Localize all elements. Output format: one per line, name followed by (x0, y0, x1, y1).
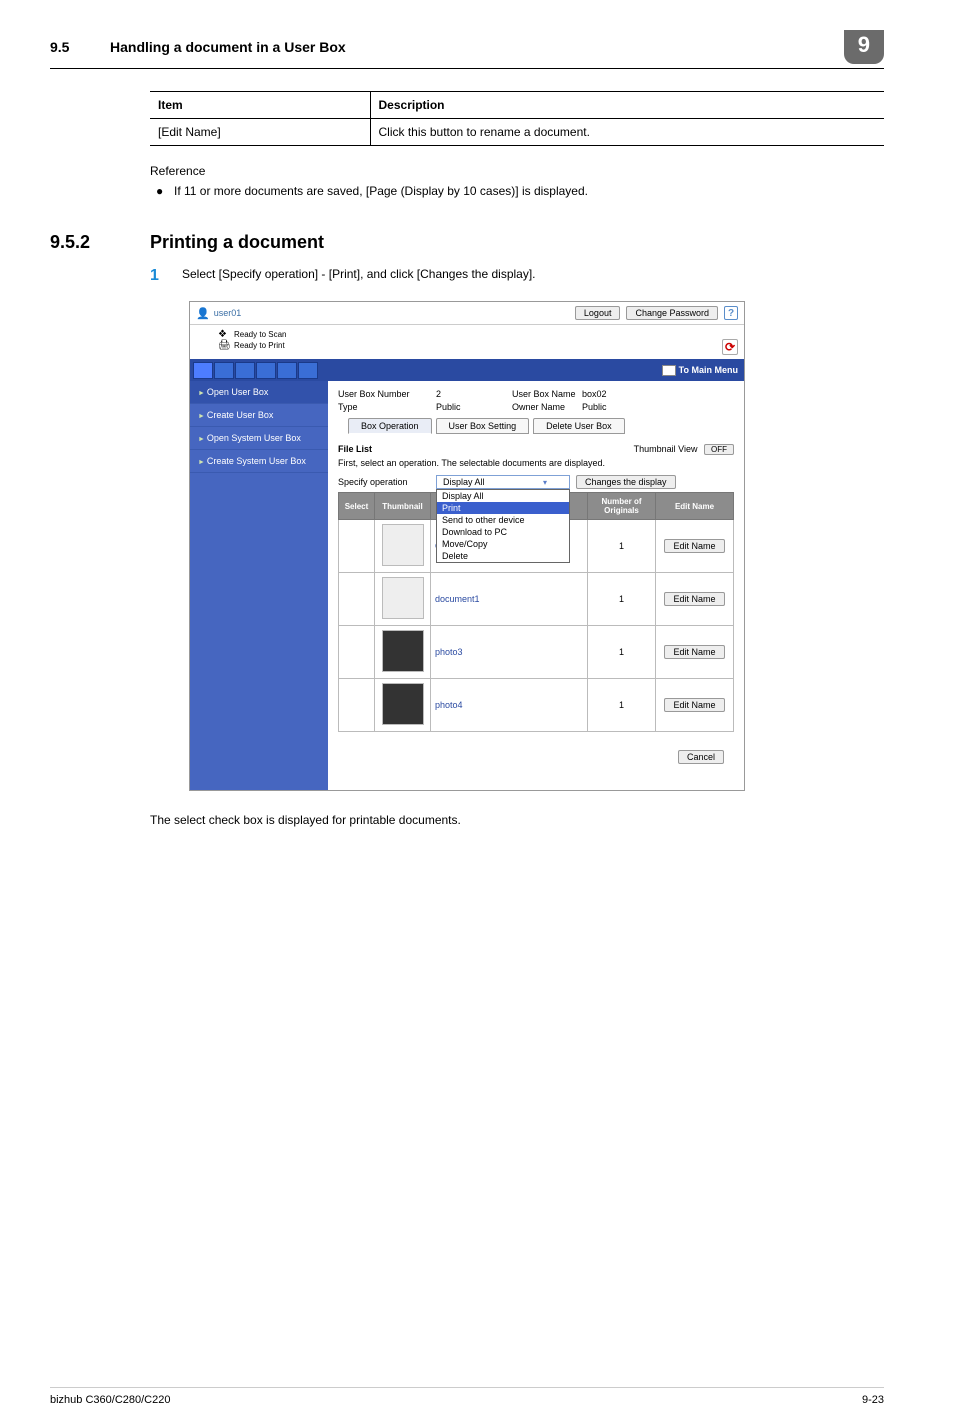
reference-label: Reference (150, 164, 884, 178)
specify-operation-selected: Display All (443, 477, 485, 487)
owner-name-label: Owner Name (512, 402, 582, 412)
edit-name-button[interactable]: Edit Name (664, 539, 724, 553)
reference-bullet: ● If 11 or more documents are saved, [Pa… (150, 184, 884, 198)
option-delete[interactable]: Delete (437, 550, 569, 562)
table-row: document1 1 Edit Name (339, 573, 734, 626)
to-main-menu-label: To Main Menu (679, 365, 738, 375)
edit-name-button[interactable]: Edit Name (664, 645, 724, 659)
specify-operation-select[interactable]: Display All ▾ (436, 475, 570, 489)
footer-left: bizhub C360/C280/C220 (50, 1394, 170, 1406)
specify-operation-label: Specify operation (338, 477, 430, 487)
step-text: Select [Specify operation] - [Print], an… (182, 267, 536, 285)
user-box-number-label: User Box Number (338, 389, 436, 399)
option-print[interactable]: Print (437, 502, 569, 514)
footer-right: 9-23 (862, 1394, 884, 1406)
logout-button[interactable]: Logout (575, 306, 621, 320)
table-header-item: Item (150, 92, 370, 119)
file-list-title: File List (338, 444, 372, 454)
reference-text: If 11 or more documents are saved, [Page… (174, 184, 588, 198)
document-name-link[interactable]: photo4 (435, 700, 463, 710)
thumbnail-image (382, 630, 424, 672)
thumbnail-view-toggle[interactable]: OFF (704, 444, 734, 455)
user-box-number-value: 2 (436, 389, 512, 399)
chapter-badge: 9 (844, 30, 884, 64)
col-edit-name: Edit Name (656, 493, 734, 520)
specify-operation-dropdown[interactable]: Display All Print Send to other device D… (436, 489, 570, 563)
nav-icon-3[interactable] (235, 362, 255, 379)
type-value: Public (436, 402, 512, 412)
thumbnail-view-label: Thumbnail View (634, 444, 698, 454)
number-originals-value: 1 (588, 626, 656, 679)
tab-user-box-setting[interactable]: User Box Setting (436, 418, 530, 434)
to-main-menu-link[interactable]: To Main Menu (662, 365, 738, 376)
changes-the-display-button[interactable]: Changes the display (576, 475, 676, 489)
option-send[interactable]: Send to other device (437, 514, 569, 526)
print-status-text: Ready to Print (234, 341, 285, 350)
table-cell-item: [Edit Name] (150, 119, 370, 146)
nav-icon-4[interactable] (256, 362, 276, 379)
scan-status-icon: ❖ (218, 329, 230, 340)
file-list-hint: First, select an operation. The selectab… (338, 458, 734, 468)
number-originals-value: 1 (588, 573, 656, 626)
user-box-name-label: User Box Name (512, 389, 582, 399)
document-name-link[interactable]: photo3 (435, 647, 463, 657)
number-originals-value: 1 (588, 679, 656, 732)
table-row: photo3 1 Edit Name (339, 626, 734, 679)
bullet-icon: ● (150, 184, 174, 198)
thumbnail-image (382, 683, 424, 725)
chevron-down-icon: ▾ (543, 478, 547, 487)
sidebar-item-open-system-user-box[interactable]: Open System User Box (190, 427, 328, 450)
table-row: photo4 1 Edit Name (339, 679, 734, 732)
print-status-icon: 🖨 (218, 340, 230, 351)
change-password-button[interactable]: Change Password (626, 306, 718, 320)
user-icon: 👤 (196, 307, 210, 320)
subsection-number: 9.5.2 (50, 232, 150, 253)
edit-name-button[interactable]: Edit Name (664, 698, 724, 712)
col-number-originals: Number of Originals (588, 493, 656, 520)
owner-name-value: Public (582, 402, 607, 412)
option-move-copy[interactable]: Move/Copy (437, 538, 569, 550)
table-row: [Edit Name] Click this button to rename … (150, 119, 884, 146)
col-thumbnail: Thumbnail (375, 493, 431, 520)
nav-icon-5[interactable] (277, 362, 297, 379)
col-select: Select (339, 493, 375, 520)
item-description-table: Item Description [Edit Name] Click this … (150, 91, 884, 146)
refresh-icon[interactable]: ⟳ (722, 339, 738, 355)
post-note-text: The select check box is displayed for pr… (150, 813, 884, 827)
thumbnail-image (382, 524, 424, 566)
number-originals-value: 1 (588, 520, 656, 573)
edit-name-button[interactable]: Edit Name (664, 592, 724, 606)
subsection-title: Printing a document (150, 232, 324, 253)
section-number: 9.5 (50, 39, 110, 55)
cancel-button[interactable]: Cancel (678, 750, 724, 764)
nav-icon-1[interactable] (193, 362, 213, 379)
tab-box-operation[interactable]: Box Operation (348, 418, 432, 434)
user-label: user01 (214, 308, 242, 318)
screenshot: 👤 user01 Logout Change Password ? ❖ Ready… (189, 301, 745, 791)
thumbnail-image (382, 577, 424, 619)
sidebar-item-create-system-user-box[interactable]: Create System User Box (190, 450, 328, 473)
sidebar-item-create-user-box[interactable]: Create User Box (190, 404, 328, 427)
to-main-menu-icon (662, 365, 676, 376)
help-icon[interactable]: ? (724, 306, 738, 320)
table-cell-description: Click this button to rename a document. (370, 119, 884, 146)
user-box-name-value: box02 (582, 389, 607, 399)
type-label: Type (338, 402, 436, 412)
nav-icon-2[interactable] (214, 362, 234, 379)
tab-delete-user-box[interactable]: Delete User Box (533, 418, 625, 434)
sidebar-item-open-user-box[interactable]: Open User Box (190, 381, 328, 404)
option-download[interactable]: Download to PC (437, 526, 569, 538)
scan-status-text: Ready to Scan (234, 330, 286, 339)
table-header-description: Description (370, 92, 884, 119)
option-display-all[interactable]: Display All (437, 490, 569, 502)
section-title: Handling a document in a User Box (110, 39, 824, 55)
step-number: 1 (150, 267, 182, 285)
document-name-link[interactable]: document1 (435, 594, 480, 604)
nav-icon-6[interactable] (298, 362, 318, 379)
sidebar: Open User Box Create User Box Open Syste… (190, 381, 328, 790)
